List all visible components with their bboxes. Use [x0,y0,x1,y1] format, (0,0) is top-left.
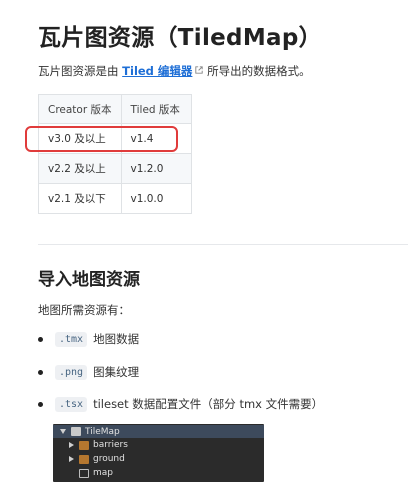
bullet-dot-icon [38,336,43,342]
header-creator-version: Creator 版本 [38,94,122,124]
intro-suffix: 所导出的数据格式。 [203,64,311,78]
list-item-text: 图集纹理 [93,365,140,379]
list-item-text: 地图数据 [93,332,140,346]
tree-root-row[interactable]: TileMap [53,425,264,438]
tileset-icon [79,454,89,464]
list-item: .tsx tileset 数据配置文件（部分 tmx 文件需要） [38,396,323,412]
section-title: 导入地图资源 [38,270,140,290]
list-item: .tmx 地图数据 [38,331,139,347]
bullet-dot-icon [38,369,43,375]
table-row: v2.2 及以上 v1.2.0 [38,153,192,184]
folder-icon [71,427,81,436]
version-table: Creator 版本 Tiled 版本 v3.0 及以上 v1.4 v2.2 及… [38,94,192,214]
chevron-right-icon[interactable] [69,456,74,462]
table-cell: v2.1 及以下 [38,183,122,214]
tree-item[interactable]: map [79,467,113,479]
intro-prefix: 瓦片图资源是由 [38,64,123,78]
tree-item-label: map [93,468,113,478]
table-row: v2.1 及以下 v1.0.0 [38,183,192,214]
tree-item[interactable]: ground [69,453,125,465]
inline-code: .tmx [55,331,88,347]
doc-page: 瓦片图资源（TiledMap） 瓦片图资源是由 Tiled 编辑器 所导出的数据… [0,0,408,500]
list-item-text: tileset 数据配置文件（部分 tmx 文件需要） [93,397,324,411]
header-tiled-version: Tiled 版本 [120,94,192,124]
tree-item-label: barriers [93,440,128,450]
inline-code: .tsx [55,396,88,412]
page-title: 瓦片图资源（TiledMap） [38,25,322,51]
bullet-dot-icon [38,401,43,407]
intro-paragraph: 瓦片图资源是由 Tiled 编辑器 所导出的数据格式。 [38,63,311,79]
tiled-editor-link[interactable]: Tiled 编辑器 [122,64,192,78]
table-cell: v2.2 及以上 [38,153,122,184]
map-file-icon [79,468,89,478]
table-header-row: Creator 版本 Tiled 版本 [38,94,192,124]
tileset-icon [79,440,89,450]
tree-item[interactable]: barriers [69,439,128,451]
section-divider [38,244,408,245]
needs-paragraph: 地图所需资源有： [38,303,130,317]
list-item: .png 图集纹理 [38,364,139,380]
table-cell: v1.2.0 [120,153,192,184]
table-cell: v1.4 [120,123,192,154]
table-cell: v1.0.0 [120,183,192,214]
tree-item-label: ground [93,454,125,464]
table-cell: v3.0 及以上 [38,123,122,154]
chevron-down-icon[interactable] [60,429,66,434]
asset-tree-screenshot: TileMap barriers ground map [53,424,264,482]
chevron-right-icon[interactable] [69,442,74,448]
table-row: v3.0 及以上 v1.4 [38,123,192,154]
tree-root-label: TileMap [85,426,120,437]
inline-code: .png [55,364,88,380]
